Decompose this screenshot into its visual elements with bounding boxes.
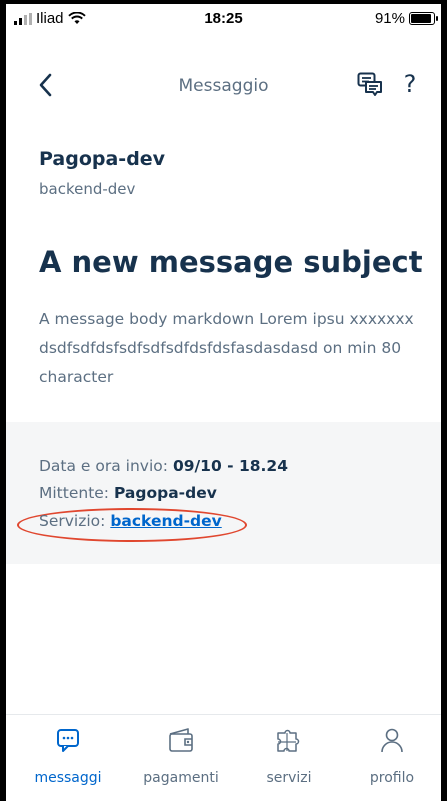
send-date-row: Data e ora invio: 09/10 - 18.24 bbox=[39, 457, 288, 475]
nav-item-messaggi[interactable]: messaggi bbox=[18, 715, 118, 801]
message-subject: A new message subject bbox=[39, 245, 423, 279]
message-body: A message body markdown Lorem ipsu xxxxx… bbox=[39, 310, 414, 386]
message-details: Data e ora invio: 09/10 - 18.24 Mittente… bbox=[6, 422, 441, 564]
battery-icon bbox=[409, 12, 438, 25]
battery-status: 91% bbox=[374, 10, 438, 27]
device-frame bbox=[0, 0, 447, 801]
user-icon bbox=[381, 728, 403, 753]
header: Messaggio ? bbox=[6, 62, 441, 112]
send-date-value: 09/10 - 18.24 bbox=[172, 457, 288, 475]
nav-item-profilo[interactable]: profilo bbox=[342, 715, 442, 801]
sender-label: Mittente: bbox=[39, 484, 114, 502]
organization-name: Pagopa-dev bbox=[39, 148, 166, 170]
bottom-navigation: messaggi pagamenti servizi profilo bbox=[6, 714, 441, 801]
service-row: Servizio: backend-dev bbox=[39, 512, 222, 530]
sender-value: Pagopa-dev bbox=[113, 484, 217, 502]
battery-percent: 91% bbox=[374, 10, 405, 27]
nav-item-pagamenti[interactable]: pagamenti bbox=[131, 715, 231, 801]
service-link[interactable]: backend-dev bbox=[110, 512, 221, 530]
nav-label-pagamenti: pagamenti bbox=[143, 770, 219, 786]
help-icon[interactable]: ? bbox=[399, 70, 421, 98]
nav-label-profilo: profilo bbox=[369, 770, 415, 786]
service-label: Servizio: bbox=[39, 512, 111, 530]
puzzle-icon bbox=[277, 729, 300, 752]
sender-row: Mittente: Pagopa-dev bbox=[39, 484, 217, 502]
status-bar: Iliad 18:25 91% bbox=[6, 4, 441, 34]
send-date-label: Data e ora invio: bbox=[39, 457, 173, 475]
wallet-icon bbox=[169, 728, 193, 752]
nav-item-servizi[interactable]: servizi bbox=[239, 715, 339, 801]
nav-label-messaggi: messaggi bbox=[34, 770, 102, 786]
message-icon bbox=[57, 729, 79, 752]
nav-label-servizi: servizi bbox=[266, 770, 312, 786]
service-name: backend-dev bbox=[39, 180, 136, 198]
chat-icon[interactable] bbox=[357, 72, 383, 96]
